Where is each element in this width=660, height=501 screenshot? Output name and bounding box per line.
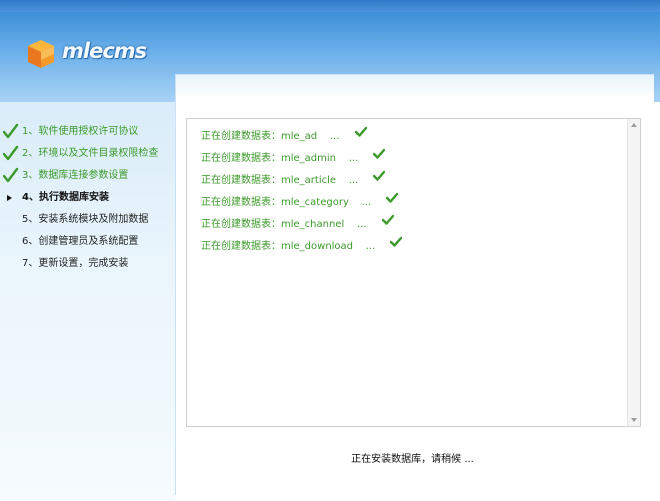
scroll-up-icon[interactable] bbox=[631, 123, 637, 127]
check-icon bbox=[390, 236, 403, 247]
log-item: 正在创建数据表：mle_channel ... bbox=[201, 214, 402, 236]
step-2: 2、环境以及文件目录权限检查 bbox=[0, 143, 175, 165]
step-4: 4、执行数据库安装 bbox=[0, 187, 175, 209]
top-bar bbox=[0, 0, 660, 12]
check-icon bbox=[3, 145, 19, 161]
check-icon bbox=[381, 214, 394, 225]
log-item: 正在创建数据表：mle_download ... bbox=[201, 236, 403, 258]
logo-cube-icon bbox=[28, 40, 54, 68]
install-status: 正在安装数据库，请稍候 ... bbox=[351, 454, 474, 465]
log-text: 正在创建数据表：mle_admin ... bbox=[201, 153, 359, 164]
log-text: 正在创建数据表：mle_channel ... bbox=[201, 219, 367, 230]
log-item: 正在创建数据表：mle_category ... bbox=[201, 192, 402, 214]
check-icon bbox=[3, 123, 19, 139]
log-item: 正在创建数据表：mle_article ... bbox=[201, 170, 402, 192]
check-icon bbox=[373, 170, 386, 181]
scroll-down-icon[interactable] bbox=[631, 418, 637, 422]
check-icon bbox=[3, 167, 19, 183]
log-list: 正在创建数据表：mle_ad ... 正在创建数据表：mle_admin ...… bbox=[201, 126, 403, 258]
logo: mlecms bbox=[24, 38, 154, 70]
step-label: 7、更新设置，完成安装 bbox=[22, 258, 129, 269]
log-text: 正在创建数据表：mle_article ... bbox=[201, 175, 359, 186]
step-1: 1、软件使用授权许可协议 bbox=[0, 121, 175, 143]
step-3: 3、数据库连接参数设置 bbox=[0, 165, 175, 187]
logo-text: mlecms bbox=[62, 39, 147, 63]
panel-header bbox=[176, 75, 654, 99]
log-text: 正在创建数据表：mle_download ... bbox=[201, 241, 376, 252]
install-log[interactable]: 正在创建数据表：mle_ad ... 正在创建数据表：mle_admin ...… bbox=[186, 118, 641, 427]
log-text: 正在创建数据表：mle_ad ... bbox=[201, 131, 340, 142]
log-item: 正在创建数据表：mle_admin ... bbox=[201, 148, 402, 170]
step-5: 5、安装系统模块及附加数据 bbox=[0, 209, 175, 231]
check-icon bbox=[386, 192, 399, 203]
step-label: 1、软件使用授权许可协议 bbox=[22, 126, 139, 137]
step-7: 7、更新设置，完成安装 bbox=[0, 253, 175, 275]
log-item: 正在创建数据表：mle_ad ... bbox=[201, 126, 402, 148]
step-label: 2、环境以及文件目录权限检查 bbox=[22, 148, 159, 159]
log-text: 正在创建数据表：mle_category ... bbox=[201, 197, 372, 208]
check-icon bbox=[354, 126, 367, 137]
step-label: 3、数据库连接参数设置 bbox=[22, 170, 129, 181]
step-label: 5、安装系统模块及附加数据 bbox=[22, 214, 149, 225]
step-label: 4、执行数据库安装 bbox=[22, 192, 109, 203]
current-step-arrow-icon bbox=[7, 195, 12, 201]
log-scrollbar[interactable] bbox=[627, 119, 640, 426]
step-6: 6、创建管理员及系统配置 bbox=[0, 231, 175, 253]
check-icon bbox=[373, 148, 386, 159]
install-steps: 1、软件使用授权许可协议 2、环境以及文件目录权限检查 3、数据库连接参数设置 … bbox=[0, 121, 175, 275]
step-label: 6、创建管理员及系统配置 bbox=[22, 236, 139, 247]
